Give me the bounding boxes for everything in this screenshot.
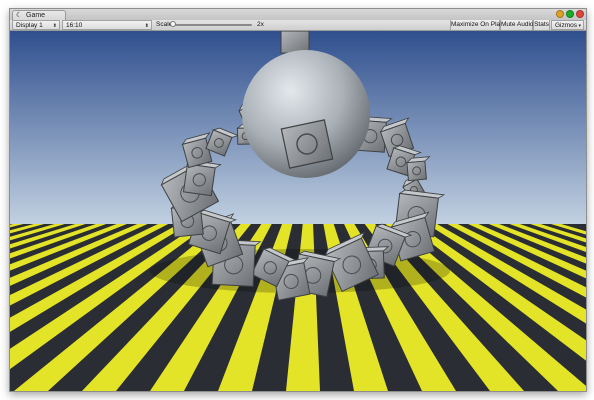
- stats-label: Stats: [534, 21, 549, 28]
- close-button[interactable]: [576, 10, 584, 18]
- scale-slider-knob[interactable]: [170, 21, 176, 27]
- chevron-down-icon: ▾: [578, 23, 581, 29]
- maximize-on-play-label: Maximize On Play: [451, 21, 504, 28]
- display-label: Display 1: [16, 22, 43, 29]
- game-viewport[interactable]: [10, 31, 586, 391]
- mute-audio-button[interactable]: Mute Audio: [500, 20, 534, 30]
- ground-plane: [10, 224, 586, 391]
- maximize-on-play-button[interactable]: Maximize On Play: [450, 20, 504, 30]
- scale-slider[interactable]: [170, 20, 254, 30]
- game-window: ☾ Game Display 1 ⬍ 16:10 ⬍ Scale 2x Maxi…: [9, 8, 587, 392]
- chevron-down-icon: ⬍: [52, 23, 57, 29]
- display-dropdown[interactable]: Display 1 ⬍: [12, 20, 60, 30]
- title-bar: ☾ Game: [10, 9, 586, 21]
- chevron-down-icon: ⬍: [144, 23, 149, 29]
- game-toolbar: Display 1 ⬍ 16:10 ⬍ Scale 2x Maximize On…: [10, 20, 586, 31]
- stats-button[interactable]: Stats: [533, 20, 550, 30]
- scale-slider-track: [172, 24, 252, 26]
- aspect-dropdown[interactable]: 16:10 ⬍: [62, 20, 152, 30]
- mute-audio-label: Mute Audio: [501, 21, 534, 28]
- zoom-button[interactable]: [566, 10, 574, 18]
- scene-render: [10, 31, 586, 391]
- scale-value: 2x: [257, 21, 264, 28]
- aspect-label: 16:10: [66, 22, 83, 29]
- gizmos-label: Gizmos: [555, 22, 578, 29]
- minimize-button[interactable]: [556, 10, 564, 18]
- crate: [280, 31, 310, 54]
- crate: [280, 119, 334, 169]
- gizmos-dropdown[interactable]: Gizmos ▾: [551, 20, 584, 30]
